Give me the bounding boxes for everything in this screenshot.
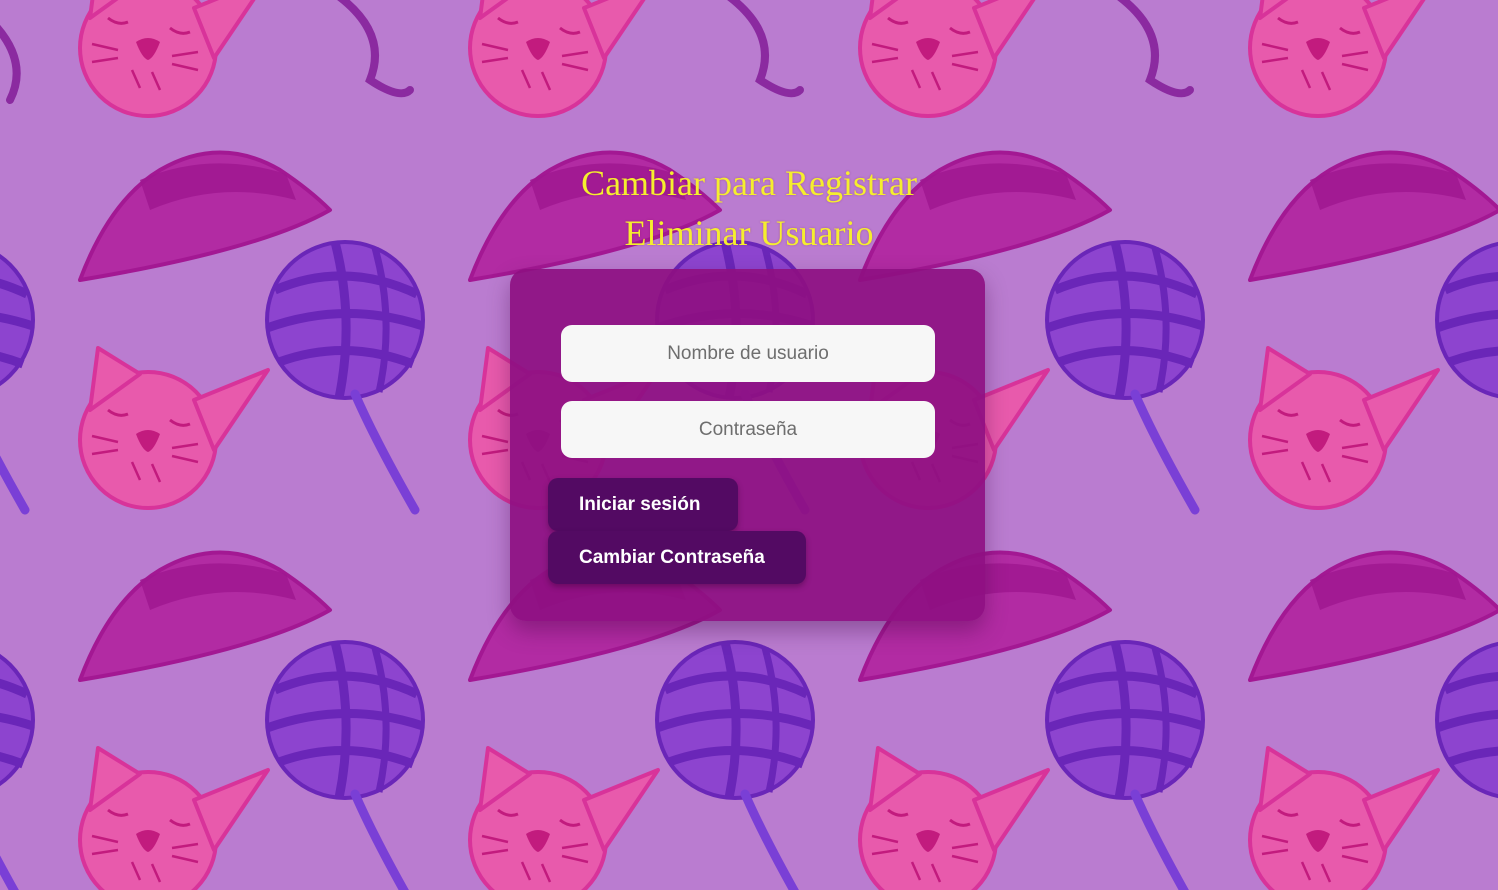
delete-user-link[interactable]: Eliminar Usuario [0,208,1498,258]
register-link[interactable]: Cambiar para Registrar [0,158,1498,208]
username-input[interactable] [561,325,935,382]
login-card: Iniciar sesión Cambiar Contraseña [510,269,985,621]
login-button[interactable]: Iniciar sesión [548,478,738,531]
password-input[interactable] [561,401,935,458]
change-password-button[interactable]: Cambiar Contraseña [548,531,806,584]
header-links: Cambiar para Registrar Eliminar Usuario [0,158,1498,258]
